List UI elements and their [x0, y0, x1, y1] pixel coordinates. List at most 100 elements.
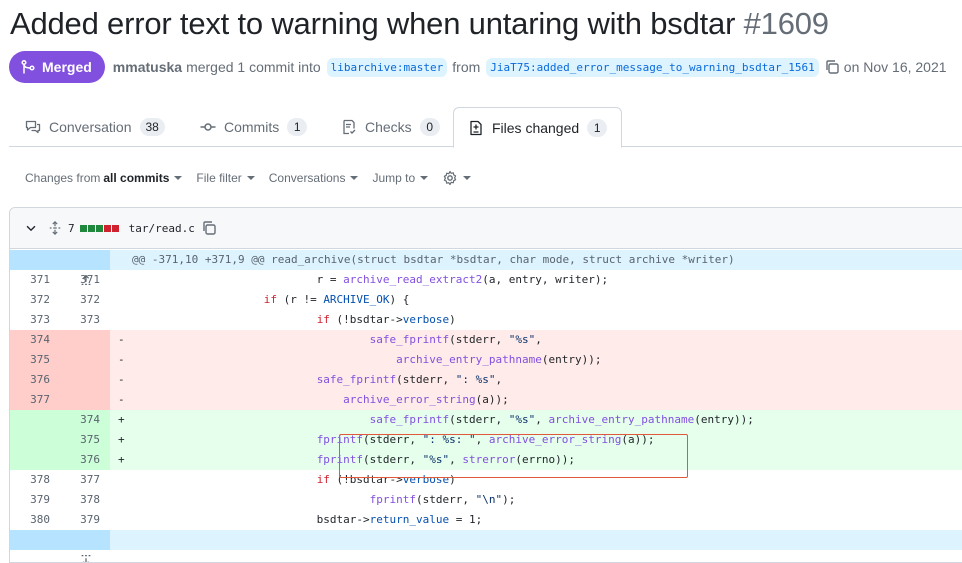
old-line-number[interactable]: 375: [10, 350, 60, 370]
old-line-number[interactable]: 378: [10, 470, 60, 490]
diff-row: 380 379 bsdtar->return_value = 1;: [10, 510, 962, 530]
tab-commits[interactable]: Commits 1: [200, 107, 308, 147]
new-line-number[interactable]: 376: [60, 450, 110, 470]
diffstat-block: [79, 224, 87, 232]
diff-row-deleted: 376 - safe_fprintf(stderr, ": %s",: [10, 370, 962, 390]
caret-down-icon: [350, 176, 359, 180]
chevron-down-icon[interactable]: [24, 221, 38, 235]
new-line-number[interactable]: 371: [60, 270, 110, 290]
pr-meta: Merged mmatuska merged 1 commit into lib…: [9, 51, 951, 83]
old-line-number[interactable]: 380: [10, 510, 60, 530]
diffstat: [79, 224, 119, 232]
changes-from-prefix: Changes from: [25, 171, 101, 185]
conversations-label: Conversations: [268, 171, 346, 185]
changes-from-value: all commits: [103, 171, 170, 185]
tab-checks[interactable]: Checks 0: [341, 107, 440, 147]
changes-count: 7: [68, 221, 75, 235]
git-merge-icon: [21, 59, 35, 74]
pr-number: #1609: [743, 6, 829, 41]
diff-row-deleted: 375 - archive_entry_pathname(entry));: [10, 350, 962, 370]
file-filter-label: File filter: [196, 171, 242, 185]
code-line: if (!bsdtar->verbose): [316, 473, 456, 486]
old-line-number[interactable]: 373: [10, 310, 60, 330]
code-line: if (r != ARCHIVE_OK) {: [263, 293, 410, 306]
diff-row-added: 376 + fprintf(stderr, "%s", strerror(err…: [10, 450, 962, 470]
tab-checks-label: Checks: [365, 119, 412, 135]
file-header: 7 tar/read.c: [10, 208, 962, 249]
hunk-footer-row: [10, 530, 962, 562]
pr-tabs: Conversation 38 Commits 1 Checks 0 Files…: [9, 107, 962, 148]
diff-row-deleted: 374 - safe_fprintf(stderr, "%s",: [10, 330, 962, 350]
diff-row: 371 371 r = archive_read_extract2(a, entr…: [10, 270, 962, 290]
diff-toolbar: Changes from all commits File filter Con…: [25, 170, 472, 186]
from-text: from: [452, 59, 481, 75]
new-line-number[interactable]: 378: [60, 490, 110, 510]
code-line: r = archive_read_extract2(a, entry, writ…: [118, 273, 609, 286]
diff-row-added: 374 + safe_fprintf(stderr, "%s", archive…: [10, 410, 962, 430]
fold-down-icon: [82, 555, 91, 562]
tab-conversation-count: 38: [139, 118, 165, 136]
new-line-number: [60, 330, 110, 350]
diff-row-added: 375 + fprintf(stderr, ": %s: ", archive_…: [10, 430, 962, 450]
expand-up-button[interactable]: [10, 250, 110, 285]
diff-settings-dropdown[interactable]: [442, 170, 472, 186]
unfold-icon[interactable]: [48, 221, 62, 235]
tab-files-changed[interactable]: Files changed 1: [453, 107, 623, 148]
file-name-link[interactable]: tar/read.c: [129, 222, 195, 235]
old-line-number[interactable]: 371: [10, 270, 60, 290]
tab-commits-label: Commits: [224, 119, 280, 135]
code-line: + fprintf(stderr, "%s", strerror(errno))…: [110, 450, 962, 470]
tab-conversation[interactable]: Conversation 38: [25, 107, 165, 147]
diff-row-deleted: 377 - archive_error_string(a));: [10, 390, 962, 410]
diff-row: 373 373 if (!bsdtar->verbose): [10, 310, 962, 330]
tab-commits-count: 1: [287, 118, 308, 136]
new-line-number: [60, 390, 110, 410]
tab-checks-count: 0: [419, 118, 440, 136]
old-line-number[interactable]: 376: [10, 370, 60, 390]
diff-row: 379 378 fprintf(stderr, "\n");: [10, 490, 962, 510]
author-link[interactable]: mmatuska: [113, 59, 182, 75]
code-line: bsdtar->return_value = 1;: [118, 513, 483, 526]
caret-down-icon: [420, 176, 429, 180]
file-filter-dropdown[interactable]: File filter: [196, 171, 255, 185]
old-line-number[interactable]: 372: [10, 290, 60, 310]
diff-table: @@ -371,10 +371,9 @@ read_archive(struct…: [10, 250, 962, 562]
tab-conversation-label: Conversation: [49, 119, 132, 135]
expand-down-button[interactable]: [10, 530, 110, 562]
base-ref[interactable]: libarchive:master: [326, 57, 448, 77]
conversations-dropdown[interactable]: Conversations: [269, 171, 359, 185]
tab-files-changed-count: 1: [587, 118, 608, 137]
diff-row: 372 372 if (r != ARCHIVE_OK) {: [10, 290, 962, 310]
old-line-number: [10, 410, 60, 430]
code-line: - archive_entry_pathname(entry));: [110, 350, 962, 370]
new-line-number[interactable]: 374: [60, 410, 110, 430]
jump-to-dropdown[interactable]: Jump to: [372, 171, 429, 185]
hunk-footer-text: [110, 530, 962, 550]
comment-discussion-icon: [25, 120, 41, 134]
file-diff-icon: [470, 120, 482, 135]
code-line: - archive_error_string(a));: [110, 390, 962, 410]
old-line-number: [10, 450, 60, 470]
copy-icon[interactable]: [201, 220, 217, 236]
old-line-number[interactable]: 374: [10, 330, 60, 350]
old-line-number[interactable]: 377: [10, 390, 60, 410]
new-line-number[interactable]: 377: [60, 470, 110, 490]
code-line: if (!bsdtar->verbose): [316, 313, 456, 326]
caret-down-icon: [463, 176, 472, 180]
head-ref[interactable]: JiaT75:added_error_message_to_warning_bs…: [486, 57, 819, 77]
new-line-number[interactable]: 372: [60, 290, 110, 310]
pr-title: Added error text to warning when untarin…: [10, 6, 829, 42]
code-line: + fprintf(stderr, ": %s: ", archive_erro…: [110, 430, 962, 450]
changes-from-dropdown[interactable]: Changes from all commits: [25, 171, 183, 185]
diffstat-block: [87, 224, 95, 232]
checklist-icon: [343, 119, 356, 135]
code-line: - safe_fprintf(stderr, ": %s",: [110, 370, 962, 390]
old-line-number[interactable]: 379: [10, 490, 60, 510]
caret-down-icon: [246, 176, 255, 180]
new-line-number[interactable]: 373: [60, 310, 110, 330]
tab-files-changed-label: Files changed: [492, 119, 580, 136]
new-line-number[interactable]: 375: [60, 430, 110, 450]
copy-icon[interactable]: [824, 59, 840, 75]
new-line-number[interactable]: 379: [60, 510, 110, 530]
diffstat-block: [103, 224, 111, 232]
